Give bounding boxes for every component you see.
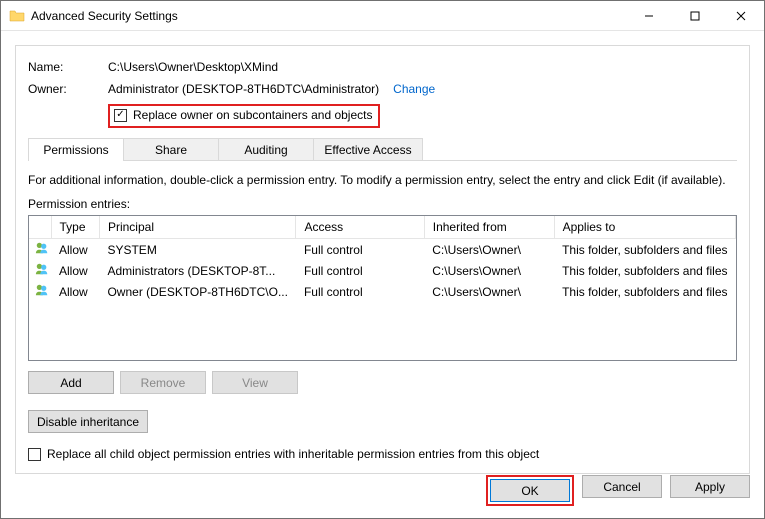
table-row[interactable]: AllowOwner (DESKTOP-8TH6DTC\O...Full con… [29, 281, 736, 302]
cell-type: Allow [51, 281, 99, 302]
table-row[interactable]: AllowAdministrators (DESKTOP-8T...Full c… [29, 260, 736, 281]
tab-strip: Permissions Share Auditing Effective Acc… [28, 138, 737, 161]
ok-button[interactable]: OK [490, 479, 570, 502]
owner-value: Administrator (DESKTOP-8TH6DTC\Administr… [108, 82, 379, 96]
remove-button: Remove [120, 371, 206, 394]
cell-access: Full control [296, 260, 424, 281]
ok-highlight: OK [486, 475, 574, 506]
replace-owner-checkbox[interactable]: ✓ [114, 109, 127, 122]
cell-applies: This folder, subfolders and files [554, 281, 735, 302]
entries-label: Permission entries: [28, 197, 737, 211]
cell-access: Full control [296, 281, 424, 302]
replace-child-label: Replace all child object permission entr… [47, 447, 539, 461]
folder-icon [9, 8, 25, 24]
dialog-buttons: OK Cancel Apply [486, 475, 750, 506]
main-panel: Name: C:\Users\Owner\Desktop\XMind Owner… [15, 45, 750, 474]
disable-inheritance-button[interactable]: Disable inheritance [28, 410, 148, 433]
cell-inherited: C:\Users\Owner\ [424, 281, 554, 302]
replace-owner-highlight: ✓ Replace owner on subcontainers and obj… [108, 104, 380, 128]
view-button: View [212, 371, 298, 394]
cell-principal: Owner (DESKTOP-8TH6DTC\O... [99, 281, 295, 302]
add-button[interactable]: Add [28, 371, 114, 394]
name-value: C:\Users\Owner\Desktop\XMind [108, 60, 278, 74]
principal-icon [29, 281, 51, 302]
col-type[interactable]: Type [51, 216, 99, 239]
owner-label: Owner: [28, 82, 108, 96]
cell-principal: SYSTEM [99, 239, 295, 261]
maximize-button[interactable] [672, 1, 718, 31]
minimize-button[interactable] [626, 1, 672, 31]
replace-owner-label: Replace owner on subcontainers and objec… [133, 108, 372, 122]
replace-child-checkbox[interactable] [28, 448, 41, 461]
cancel-button[interactable]: Cancel [582, 475, 662, 498]
tab-share[interactable]: Share [123, 138, 219, 161]
cell-applies: This folder, subfolders and files [554, 239, 735, 261]
window-title: Advanced Security Settings [31, 9, 626, 23]
table-row[interactable]: AllowSYSTEMFull controlC:\Users\Owner\Th… [29, 239, 736, 261]
tab-auditing[interactable]: Auditing [218, 138, 314, 161]
tab-permissions[interactable]: Permissions [28, 138, 124, 161]
apply-button[interactable]: Apply [670, 475, 750, 498]
col-inherited[interactable]: Inherited from [424, 216, 554, 239]
principal-icon [29, 260, 51, 281]
name-label: Name: [28, 60, 108, 74]
permission-table[interactable]: Type Principal Access Inherited from App… [28, 215, 737, 361]
close-button[interactable] [718, 1, 764, 31]
cell-principal: Administrators (DESKTOP-8T... [99, 260, 295, 281]
cell-inherited: C:\Users\Owner\ [424, 239, 554, 261]
cell-type: Allow [51, 239, 99, 261]
tab-effective-access[interactable]: Effective Access [313, 138, 423, 161]
col-principal[interactable]: Principal [99, 216, 295, 239]
titlebar: Advanced Security Settings [1, 1, 764, 31]
col-access[interactable]: Access [296, 216, 424, 239]
cell-access: Full control [296, 239, 424, 261]
change-owner-link[interactable]: Change [393, 82, 435, 96]
info-text: For additional information, double-click… [28, 173, 737, 187]
cell-type: Allow [51, 260, 99, 281]
cell-inherited: C:\Users\Owner\ [424, 260, 554, 281]
col-icon[interactable] [29, 216, 51, 239]
col-applies[interactable]: Applies to [554, 216, 735, 239]
principal-icon [29, 239, 51, 261]
cell-applies: This folder, subfolders and files [554, 260, 735, 281]
